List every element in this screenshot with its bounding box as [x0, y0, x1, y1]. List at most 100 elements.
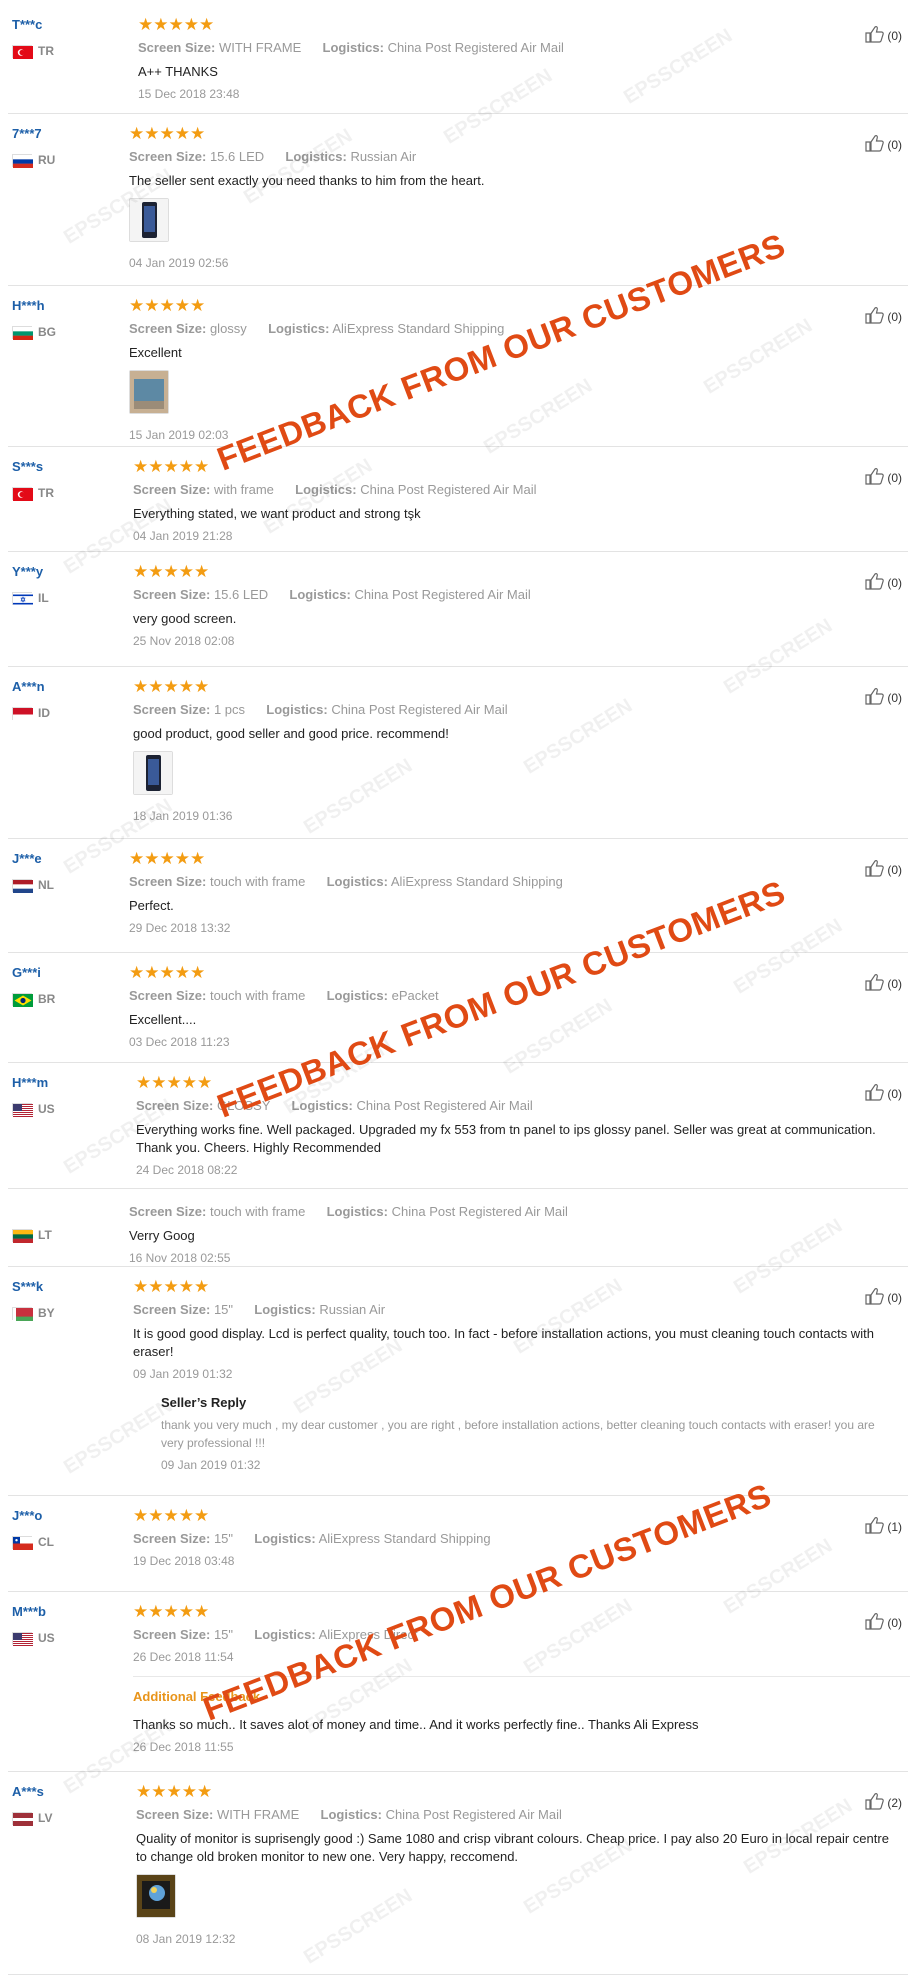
thumbs-up-icon [865, 1083, 887, 1104]
logistics-label: Logistics: [291, 1098, 353, 1113]
additional-divider [133, 1676, 910, 1677]
logistics-label: Logistics: [289, 587, 351, 602]
star-rating: ★★★★★ [136, 1073, 213, 1093]
thumbs-up-icon [865, 973, 887, 994]
review-meta: Screen Size: touch with frame Logistics:… [129, 987, 900, 1005]
screen-size-label: Screen Size: [136, 1807, 214, 1822]
reviewer-name[interactable]: S***s [12, 459, 54, 474]
helpful-button[interactable]: (1) [865, 1516, 902, 1537]
reviewer-name[interactable]: T***c [12, 17, 54, 32]
reviewer-info: 7***7 RU [12, 126, 56, 168]
helpful-button[interactable]: (2) [865, 1792, 902, 1813]
logistics-value: Russian Air [319, 1302, 386, 1317]
reviewer-name[interactable]: S***k [12, 1279, 55, 1294]
reviewer-country: LV [12, 1811, 52, 1826]
logistics-value: China Post Registered Air Mail [331, 702, 508, 717]
country-flag-icon [12, 325, 33, 340]
reviewer-name[interactable]: J***o [12, 1508, 54, 1523]
reviewer-country: CL [12, 1535, 54, 1550]
reviewer-name[interactable]: H***m [12, 1075, 55, 1090]
review-photo[interactable] [133, 751, 173, 795]
reviewer-info: M***b US [12, 1604, 55, 1646]
helpful-button[interactable]: (0) [865, 1083, 902, 1104]
thumbs-up-icon [865, 1612, 887, 1633]
screen-size-value: WITH FRAME [218, 40, 302, 55]
review-photo[interactable] [129, 198, 169, 242]
seller-reply: Seller’s Reply thank you very much , my … [161, 1395, 900, 1472]
helpful-button[interactable]: (0) [865, 1612, 902, 1633]
star-rating: ★★★★★ [129, 124, 206, 144]
reviewer-info: LT [12, 1201, 52, 1243]
like-count: 0 [891, 137, 898, 152]
country-flag-icon [12, 1102, 33, 1117]
country-flag-icon [12, 706, 33, 721]
screen-size-value: 15.6 LED [213, 587, 269, 602]
review-date: 26 Dec 2018 11:54 [133, 1650, 234, 1664]
reviewer-name[interactable]: G***i [12, 965, 55, 980]
country-code: NL [38, 878, 54, 892]
like-close: ) [898, 137, 902, 152]
reviewer-country: ID [12, 706, 50, 721]
review-content: ★★★★★ Screen Size: 15.6 LED Logistics: R… [129, 124, 900, 270]
reviewer-name[interactable]: M***b [12, 1604, 55, 1619]
reviewer-name[interactable]: Y***y [12, 564, 49, 579]
reviewer-country: RU [12, 153, 56, 168]
screen-size-value: touch with frame [209, 1204, 306, 1219]
review-meta: Screen Size: glossy Logistics: AliExpres… [129, 320, 900, 338]
review-content: ★★★★★ Screen Size: 15" Logistics: AliExp… [133, 1506, 900, 1568]
logistics-label: Logistics: [254, 1302, 316, 1317]
like-close: ) [898, 976, 902, 991]
helpful-button[interactable]: (0) [865, 859, 902, 880]
review-date: 15 Jan 2019 02:03 [129, 428, 229, 442]
reviewer-country: LT [12, 1228, 52, 1243]
country-flag-icon [12, 1535, 33, 1550]
helpful-button[interactable]: (0) [865, 306, 902, 327]
helpful-button[interactable]: (0) [865, 25, 902, 46]
review-text: Verry Goog [129, 1228, 195, 1243]
additional-feedback-title: Additional Feedback [133, 1689, 261, 1704]
reviewer-name[interactable]: J***e [12, 851, 54, 866]
reviewer-country: US [12, 1102, 55, 1117]
country-code: RU [38, 153, 56, 167]
star-rating: ★★★★★ [133, 1506, 210, 1526]
review-photo[interactable] [136, 1874, 176, 1918]
screen-size-value: glossy [209, 321, 247, 336]
reviewer-info: H***m US [12, 1075, 55, 1117]
seller-reply-date: 09 Jan 2019 01:32 [161, 1458, 261, 1472]
reviewer-name[interactable]: H***h [12, 298, 56, 313]
logistics-label: Logistics: [266, 702, 328, 717]
helpful-button[interactable]: (0) [865, 1287, 902, 1308]
screen-size-value: touch with frame [209, 874, 306, 889]
review-photo[interactable] [129, 370, 169, 414]
screen-size-label: Screen Size: [129, 988, 207, 1003]
screen-size-value: 15.6 LED [209, 149, 265, 164]
logistics-value: Russian Air [350, 149, 417, 164]
reviewer-name[interactable]: 7***7 [12, 126, 55, 141]
like-close: ) [898, 690, 902, 705]
star-rating: ★★★★★ [136, 1782, 213, 1802]
logistics-value: AliExpress Direct [318, 1627, 418, 1642]
review-item: S***s TR ★★★★★ Screen Size: with frame L… [0, 447, 910, 552]
helpful-button[interactable]: (0) [865, 973, 902, 994]
reviewer-name[interactable]: A***n [12, 679, 50, 694]
helpful-button[interactable]: (0) [865, 134, 902, 155]
review-text: very good screen. [133, 611, 237, 626]
review-text: The seller sent exactly you need thanks … [129, 173, 485, 188]
logistics-value: AliExpress Standard Shipping [318, 1531, 491, 1546]
reviewer-name[interactable]: A***s [12, 1784, 52, 1799]
helpful-button[interactable]: (0) [865, 572, 902, 593]
review-content: ★★★★★ Screen Size: with frame Logistics:… [133, 457, 900, 543]
review-meta: Screen Size: 15" Logistics: AliExpress D… [133, 1626, 900, 1644]
thumbs-up-icon [865, 1287, 887, 1308]
logistics-label: Logistics: [320, 1807, 382, 1822]
review-date: 04 Jan 2019 02:56 [129, 256, 229, 270]
thumbs-up-icon [865, 1516, 887, 1537]
country-code: BR [38, 992, 56, 1006]
review-item: J***e NL ★★★★★ Screen Size: touch with f… [0, 839, 910, 953]
review-content: ★★★★★ Screen Size: 1 pcs Logistics: Chin… [133, 677, 900, 823]
helpful-button[interactable]: (0) [865, 467, 902, 488]
helpful-button[interactable]: (0) [865, 687, 902, 708]
reviewer-country: US [12, 1631, 55, 1646]
review-date: 04 Jan 2019 21:28 [133, 529, 233, 543]
review-content: ★★★★★ Screen Size: 15.6 LED Logistics: C… [133, 562, 900, 648]
